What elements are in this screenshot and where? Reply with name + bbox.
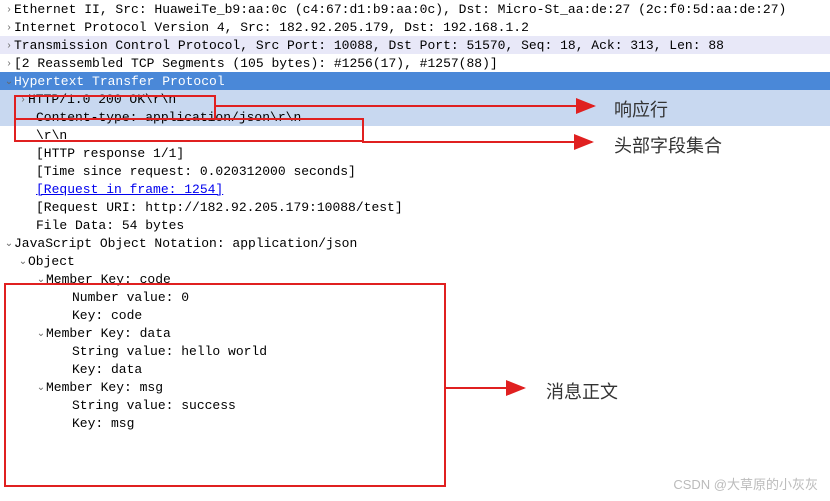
http-status-line: HTTP/1.0 200 OK\r\n xyxy=(28,92,176,107)
tcp-text: Transmission Control Protocol, Src Port:… xyxy=(14,38,724,53)
row-json[interactable]: ⌄JavaScript Object Notation: application… xyxy=(0,234,830,252)
row-value-data: String value: hello world xyxy=(0,342,830,360)
watermark: CSDN @大草原的小灰灰 xyxy=(673,474,818,493)
row-file-data: File Data: 54 bytes xyxy=(0,216,830,234)
http-time-since: [Time since request: 0.020312000 seconds… xyxy=(36,164,356,179)
row-request-uri: [Request URI: http://182.92.205.179:1008… xyxy=(0,198,830,216)
row-http-status[interactable]: ›HTTP/1.0 200 OK\r\n xyxy=(0,90,830,108)
row-value-msg: String value: success xyxy=(0,396,830,414)
member-key-code: Member Key: code xyxy=(46,272,171,287)
row-time-since: [Time since request: 0.020312000 seconds… xyxy=(0,162,830,180)
caret-down-icon[interactable]: ⌄ xyxy=(18,256,28,267)
http-response-num: [HTTP response 1/1] xyxy=(36,146,184,161)
http-request-uri: [Request URI: http://182.92.205.179:1008… xyxy=(36,200,403,215)
key-data: Key: data xyxy=(72,362,142,377)
json-object: Object xyxy=(28,254,75,269)
caret-down-icon[interactable]: ⌄ xyxy=(36,328,46,339)
row-tcp[interactable]: ›Transmission Control Protocol, Src Port… xyxy=(0,36,830,54)
value-code: Number value: 0 xyxy=(72,290,189,305)
key-msg: Key: msg xyxy=(72,416,134,431)
row-key-msg: Key: msg xyxy=(0,414,830,432)
row-ip[interactable]: ›Internet Protocol Version 4, Src: 182.9… xyxy=(0,18,830,36)
ethernet-text: Ethernet II, Src: HuaweiTe_b9:aa:0c (c4:… xyxy=(14,2,786,17)
caret-right-icon[interactable]: › xyxy=(4,58,14,69)
key-code: Key: code xyxy=(72,308,142,323)
row-member-data[interactable]: ⌄Member Key: data xyxy=(0,324,830,342)
row-http[interactable]: ⌄Hypertext Transfer Protocol xyxy=(0,72,830,90)
row-key-data: Key: data xyxy=(0,360,830,378)
http-file-data: File Data: 54 bytes xyxy=(36,218,184,233)
http-request-frame-link[interactable]: [Request in frame: 1254] xyxy=(36,182,223,197)
row-member-code[interactable]: ⌄Member Key: code xyxy=(0,270,830,288)
row-content-type[interactable]: Content-type: application/json\r\n xyxy=(0,108,830,126)
http-title: Hypertext Transfer Protocol xyxy=(14,74,225,89)
caret-down-icon[interactable]: ⌄ xyxy=(4,76,14,87)
anno-body: 消息正文 xyxy=(546,378,618,404)
member-key-data: Member Key: data xyxy=(46,326,171,341)
reassembled-text: [2 Reassembled TCP Segments (105 bytes):… xyxy=(14,56,498,71)
value-data: String value: hello world xyxy=(72,344,267,359)
http-crlf: \r\n xyxy=(36,128,67,143)
row-ethernet[interactable]: ›Ethernet II, Src: HuaweiTe_b9:aa:0c (c4… xyxy=(0,0,830,18)
row-json-object[interactable]: ⌄Object xyxy=(0,252,830,270)
caret-down-icon[interactable]: ⌄ xyxy=(36,382,46,393)
row-key-code: Key: code xyxy=(0,306,830,324)
row-member-msg[interactable]: ⌄Member Key: msg xyxy=(0,378,830,396)
row-request-frame[interactable]: [Request in frame: 1254] xyxy=(0,180,830,198)
row-reassembled[interactable]: ›[2 Reassembled TCP Segments (105 bytes)… xyxy=(0,54,830,72)
caret-right-icon[interactable]: › xyxy=(4,22,14,33)
anno-headers: 头部字段集合 xyxy=(614,132,722,158)
caret-down-icon[interactable]: ⌄ xyxy=(4,238,14,249)
ip-text: Internet Protocol Version 4, Src: 182.92… xyxy=(14,20,529,35)
caret-right-icon[interactable]: › xyxy=(4,40,14,51)
caret-right-icon[interactable]: › xyxy=(4,4,14,15)
member-key-msg: Member Key: msg xyxy=(46,380,163,395)
row-value-code: Number value: 0 xyxy=(0,288,830,306)
caret-down-icon[interactable]: ⌄ xyxy=(36,274,46,285)
http-content-type: Content-type: application/json\r\n xyxy=(36,110,301,125)
json-title: JavaScript Object Notation: application/… xyxy=(14,236,357,251)
value-msg: String value: success xyxy=(72,398,236,413)
anno-status-line: 响应行 xyxy=(614,96,668,122)
caret-right-icon[interactable]: › xyxy=(18,94,28,105)
